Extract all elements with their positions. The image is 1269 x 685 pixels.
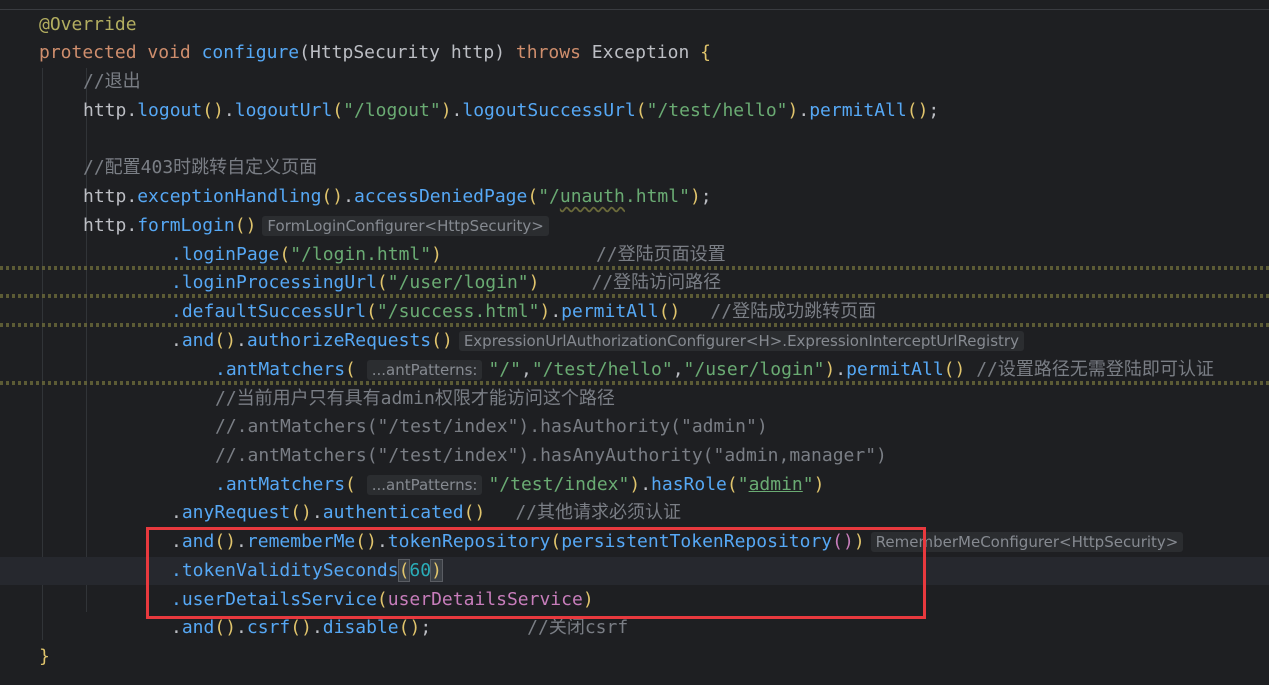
method-permit-all: permitAll bbox=[809, 100, 907, 121]
method-params: (HttpSecurity http) bbox=[299, 42, 506, 63]
http-ref: http. bbox=[83, 186, 138, 207]
string-test-hello: "/test/hello" bbox=[646, 100, 788, 121]
open-brace: { bbox=[700, 42, 711, 63]
code-line-17[interactable]: .antMatchers( ...antPatterns: "/test/inde… bbox=[0, 471, 1269, 499]
code-line-12[interactable]: .and().authorizeRequests() ExpressionUrlA… bbox=[0, 327, 1269, 355]
comment-logout: //退出 bbox=[83, 71, 141, 92]
code-line-18[interactable]: .anyRequest().authenticated()//其他请求必须认证 bbox=[0, 499, 1269, 527]
keyword-void: void bbox=[147, 42, 191, 63]
keyword-throws: throws bbox=[515, 42, 581, 63]
code-line-6[interactable]: //配置403时跳转自定义页面 bbox=[0, 154, 1269, 182]
http-ref: http. bbox=[83, 100, 138, 121]
code-line-9[interactable]: .loginPage("/login.html")//登陆页面设置 bbox=[0, 241, 1269, 269]
code-line-10[interactable]: .loginProcessingUrl("/user/login")//登陆访问… bbox=[0, 269, 1269, 297]
string-part: .html" bbox=[624, 186, 690, 207]
exception-type: Exception bbox=[591, 42, 690, 63]
string-admin: admin bbox=[748, 474, 803, 495]
code-line-7[interactable]: http.exceptionHandling().accessDeniedPag… bbox=[0, 183, 1269, 211]
close-brace: } bbox=[39, 646, 50, 667]
method-and: and bbox=[181, 330, 215, 351]
type-hint-authorize: ExpressionUrlAuthorizationConfigurer<H>.… bbox=[458, 331, 1024, 351]
string-test-hello: "/test/hello" bbox=[531, 359, 673, 380]
method-any-request: anyRequest bbox=[181, 502, 291, 523]
method-ant-matchers: .antMatchers bbox=[215, 359, 346, 380]
http-ref: http. bbox=[83, 215, 138, 236]
editor-top-divider bbox=[0, 0, 1269, 10]
comment-403: //配置403时跳转自定义页面 bbox=[83, 157, 318, 178]
method-logout-success-url: logoutSuccessUrl bbox=[462, 100, 636, 121]
comment-login-success: //登陆成功跳转页面 bbox=[710, 301, 877, 322]
string-success-html: "/success.html" bbox=[376, 301, 540, 322]
code-line-4[interactable]: http.logout().logoutUrl("/logout").logou… bbox=[0, 97, 1269, 125]
method-and: and bbox=[181, 617, 215, 638]
code-line-8[interactable]: http.formLogin() FormLoginConfigurer<Http… bbox=[0, 212, 1269, 240]
comment-has-authority: //.antMatchers("/test/index").hasAuthori… bbox=[215, 416, 768, 437]
method-login-page: .loginPage bbox=[171, 244, 280, 265]
comment-has-any-authority: //.antMatchers("/test/index").hasAnyAuth… bbox=[215, 445, 887, 466]
code-line-23[interactable]: } bbox=[0, 643, 1269, 671]
code-line-11[interactable]: .defaultSuccessUrl("/success.html").perm… bbox=[0, 298, 1269, 326]
method-permit-all: permitAll bbox=[561, 301, 659, 322]
string-test-index: "/test/index" bbox=[488, 474, 630, 495]
comment-login-path: //登陆访问路径 bbox=[591, 272, 722, 293]
method-has-role: hasRole bbox=[651, 474, 727, 495]
method-default-success-url: .defaultSuccessUrl bbox=[171, 301, 367, 322]
comment-other-auth: //其他请求必须认证 bbox=[515, 502, 682, 523]
type-hint-form-login: FormLoginConfigurer<HttpSecurity> bbox=[262, 216, 549, 236]
method-access-denied-page: accessDeniedPage bbox=[353, 186, 528, 207]
comment-login-page: //登陆页面设置 bbox=[595, 244, 726, 265]
method-form-login: formLogin bbox=[137, 215, 235, 236]
method-permit-all: permitAll bbox=[846, 359, 944, 380]
code-line-1[interactable]: @Override bbox=[0, 11, 1269, 39]
code-line-16[interactable]: //.antMatchers("/test/index").hasAnyAuth… bbox=[0, 442, 1269, 470]
code-line-2[interactable]: protected void configure(HttpSecurity ht… bbox=[0, 39, 1269, 67]
string-part: "/ bbox=[538, 186, 560, 207]
method-logout-url: logoutUrl bbox=[234, 100, 333, 121]
comment-disable-csrf: //关闭csrf bbox=[527, 617, 629, 638]
param-hint-ant-patterns: ...antPatterns: bbox=[366, 360, 483, 380]
method-login-processing-url: .loginProcessingUrl bbox=[171, 272, 377, 293]
comment-admin-only: //当前用户只有具有admin权限才能访问这个路径 bbox=[215, 388, 615, 409]
code-line-14[interactable]: //当前用户只有具有admin权限才能访问这个路径 bbox=[0, 385, 1269, 413]
comment-no-login: //设置路径无需登陆即可认证 bbox=[976, 359, 1214, 380]
method-configure: configure bbox=[201, 42, 300, 63]
keyword-protected: protected bbox=[39, 42, 137, 63]
method-authorize-requests: authorizeRequests bbox=[246, 330, 432, 351]
string-unauth: unauth bbox=[559, 186, 625, 207]
method-authenticated: authenticated bbox=[322, 502, 464, 523]
string-user-login: "/user/login" bbox=[387, 272, 529, 293]
method-ant-matchers: .antMatchers bbox=[215, 474, 346, 495]
code-line-3[interactable]: //退出 bbox=[0, 68, 1269, 96]
string-login-html: "/login.html" bbox=[290, 244, 432, 265]
code-line-13[interactable]: .antMatchers( ...antPatterns: "/","/test/… bbox=[0, 356, 1269, 384]
code-line-15[interactable]: //.antMatchers("/test/index").hasAuthori… bbox=[0, 413, 1269, 441]
string-part: " bbox=[737, 474, 749, 495]
method-disable: disable bbox=[322, 617, 399, 638]
method-csrf: csrf bbox=[246, 617, 291, 638]
string-part: " bbox=[802, 474, 814, 495]
string-logout: "/logout" bbox=[343, 100, 441, 121]
string-root: "/" bbox=[488, 359, 521, 380]
highlight-box bbox=[146, 527, 926, 619]
string-user-login: "/user/login" bbox=[683, 359, 825, 380]
annotation-override: @Override bbox=[39, 14, 137, 35]
method-logout: logout bbox=[137, 100, 203, 121]
param-hint-ant-patterns: ...antPatterns: bbox=[366, 475, 483, 495]
method-exception-handling: exceptionHandling bbox=[137, 186, 322, 207]
code-editor[interactable]: @Override protected void configure(HttpS… bbox=[0, 0, 1269, 685]
